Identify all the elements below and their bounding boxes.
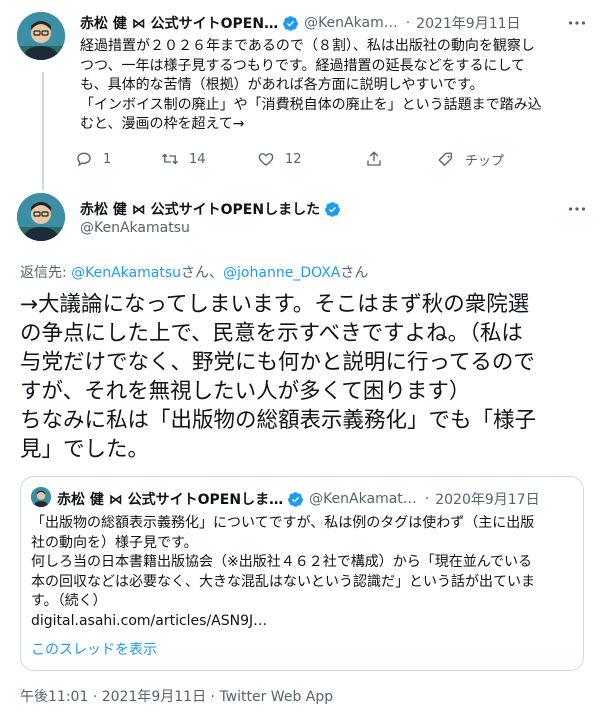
quote-link[interactable]: digital.asahi.com/articles/ASN9J… [31,612,571,632]
footer-separator: · [210,689,215,705]
tweet2-line: 見」でした。 [20,437,150,462]
reply-to-user-link[interactable]: @johanne_DOXA [223,265,340,281]
quote-line: 「出版物の総額表示義務化」についてですが、私は例のタグは使わず（主に出版 [31,515,535,531]
tweet1-avatar[interactable] [17,12,65,60]
reply-icon [77,152,91,167]
tweet2-name-row: 赤松 健 ⋈ 公式サイトOPENしました [80,199,341,219]
reply-to-line: 返信先: @KenAkamatsuさん、@johanne_DOXAさん [20,262,368,282]
tweet2-line: ちなみに私は「出版物の総額表示義務化」でも「様子 [20,408,537,433]
tweet2-timestamp-row: 午後11:01 · 2021年9月11日 · Twitter Web App [20,686,333,706]
quote-separator: · [424,491,430,507]
tweet1-handle[interactable]: @KenAkam… [304,15,398,31]
tweet2-handle[interactable]: @KenAkamatsu [80,220,190,236]
tweet2-line: の争点にした上で、民意を示すべきですよね。（私は [20,321,523,346]
share-button[interactable] [365,150,393,168]
quote-line: す。（続く） [31,593,107,609]
tweet-client[interactable]: Twitter Web App [219,689,333,705]
retweet-icon [162,153,178,165]
tweet2-line: すが、それを無視したい人が多くて困ります） [20,379,471,404]
quote-text: 「出版物の総額表示義務化」についてですが、私は例のタグは使わず（主に出版 社の動… [31,514,571,631]
quote-handle: @KenAkamat… [309,491,417,507]
like-icon [258,153,274,166]
tweet2-avatar[interactable] [17,193,65,241]
retweet-button[interactable]: 14 [161,150,206,168]
quote-line: 何しろ当の日本書籍出版協会（※出版社４６２社で構成）から「現在並んでいる [31,554,533,570]
tweet-time[interactable]: 午後11:01 [20,689,88,705]
quote-display-name: 赤松 健 ⋈ 公式サイトOPENしま… [57,492,284,508]
reply-button[interactable]: 1 [75,150,111,168]
show-thread-link[interactable]: このスレッドを表示 [31,639,157,659]
tweet1-line: 「インボイス制の廃止」や「消費税自体の廃止を」という話題まで踏み込 [80,96,542,113]
tip-label: チップ [465,154,505,169]
verified-badge-icon [287,491,304,508]
quote-avatar [31,487,51,507]
tweet1-line: つつ、一年は様子見するつもりです。経過措置の延長などをするにして [80,57,526,74]
tweet2-handle-row: @KenAkamatsu [80,220,190,236]
like-count: 12 [285,151,302,167]
reply-prefix: 返信先: [20,265,72,281]
tweet1-action-bar: 1 14 12 チップ [75,150,595,174]
tweet2-display-name[interactable]: 赤松 健 ⋈ 公式サイトOPENしました [80,199,320,219]
tweet2-line: →大議論になってしまいます。そこはまず秋の衆院選 [20,292,530,317]
share-icon [367,151,381,166]
retweet-count: 14 [189,151,206,167]
tip-icon [438,152,452,166]
thread-connector-line [42,72,44,190]
tweet1-header: 赤松 健 ⋈ 公式サイトOPEN… @KenAkam… · 2021年9月11日 [80,13,521,33]
quote-line: 本の回収などは必要なく、大きな混乱はないという認識だ」という話が出ていま [31,573,535,590]
tweet1-line: も、具体的な苦情（根拠）があれば各方面に説明しやすいです。 [80,77,484,93]
quoted-tweet-card[interactable]: 赤松 健 ⋈ 公式サイトOPENしま… @KenAkamat… · 2020年9… [20,476,584,671]
tweet1-more-icon[interactable] [566,12,588,34]
verified-badge-icon [324,201,341,218]
tip-button[interactable]: チップ [437,150,504,169]
like-button[interactable]: 12 [257,150,302,168]
tweet1-text: 経過措置が２０２６年まであるので（８割）、私は出版社の動向を観察し つつ、一年は… [80,37,588,135]
tweet1-line: 経過措置が２０２６年まであるので（８割）、私は出版社の動向を観察し [80,38,535,54]
avatar-image [17,12,65,60]
quote-date: 2020年9月17日 [435,492,540,508]
tweet1-separator: · [405,15,411,31]
reply-count: 1 [103,151,112,167]
reply-suffix: さん [340,265,369,281]
footer-separator: · [92,689,98,705]
tweet1-date[interactable]: 2021年9月11日 [416,13,520,33]
verified-badge-icon [282,15,299,32]
tweet1-line: むと、漫画の枠を超えて→ [80,116,245,132]
reply-to-user-link[interactable]: @KenAkamatsu [71,265,181,281]
quote-header: 赤松 健 ⋈ 公式サイトOPENしま… @KenAkamat… · 2020年9… [57,489,540,509]
tweet-date[interactable]: 2021年9月11日 [102,689,206,705]
reply-joiner: さん、 [181,265,224,281]
tweet2-more-icon[interactable] [566,198,588,220]
tweet2-text: →大議論になってしまいます。そこはまず秋の衆院選 の争点にした上で、民意を示すべ… [20,290,590,464]
avatar-image [17,193,65,241]
tweet2-line: 与党だけでなく、野党にも何かと説明に行ってるので [20,350,535,375]
quote-line: 社の動向を）様子見です。 [31,534,198,551]
tweet1-display-name[interactable]: 赤松 健 ⋈ 公式サイトOPEN… [80,13,278,33]
avatar-image [31,487,51,507]
